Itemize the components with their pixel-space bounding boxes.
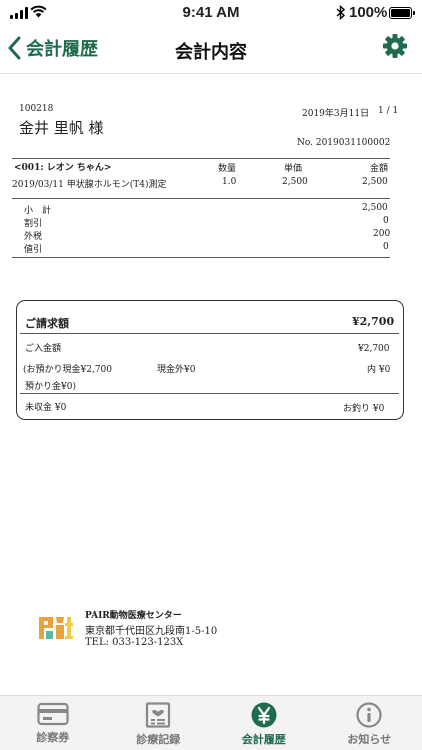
header-amount: 金額 <box>370 164 389 174</box>
received-amount: ¥2,700 <box>358 344 390 354</box>
clinic-address: 東京都千代田区九段南1-5-10 <box>85 626 218 637</box>
deposit-label: 預かり金¥0) <box>25 382 76 392</box>
item-qty: 1.0 <box>222 177 237 187</box>
received-label: ご入金額 <box>25 344 62 354</box>
tab-bar: 診察券 診療記録 会計履歴 お知らせ <box>0 695 422 750</box>
tax-label: 外税 <box>24 232 43 242</box>
billing-summary: ご請求額 ¥2,700 ご入金額 ¥2,700 (お預かり現金¥2,700 現金… <box>16 300 404 420</box>
item-unit-price: 2,500 <box>282 177 308 187</box>
item-amount: 2,500 <box>362 177 388 187</box>
tab-records[interactable]: 診療記録 <box>106 696 212 750</box>
divider <box>12 158 390 159</box>
navigation-bar: 会計履歴 会計内容 <box>0 26 422 74</box>
subtotal-value: 2,500 <box>362 203 388 213</box>
tab-label: 診察券 <box>36 731 70 744</box>
gear-icon[interactable] <box>382 33 408 59</box>
clinic-tel: TEL: 033-123-123X <box>85 637 184 648</box>
price-reduction-label: 値引 <box>24 245 43 255</box>
tab-notifications[interactable]: お知らせ <box>317 696 422 750</box>
header-unit-price: 単価 <box>284 164 303 174</box>
tax-value: 200 <box>373 229 391 239</box>
divider <box>20 333 399 334</box>
non-cash-label: 現金外¥0 <box>157 365 196 375</box>
cash-label: (お預かり現金¥2,700 <box>23 365 113 375</box>
divider <box>12 257 390 258</box>
change-label: お釣り ¥0 <box>343 404 385 414</box>
records-icon <box>146 702 171 728</box>
receipt-page: 1 / 1 <box>378 106 399 116</box>
page-title: 会計内容 <box>175 42 247 63</box>
header-qty: 数量 <box>218 164 237 174</box>
tab-label: 会計履歴 <box>241 733 286 746</box>
battery-icon <box>389 7 415 19</box>
receipt-number: No. 2019031100002 <box>297 138 391 148</box>
bill-label: ご請求額 <box>25 317 69 330</box>
receipt-date: 2019年3月11日 <box>302 109 370 119</box>
tab-label: 診療記録 <box>136 733 181 746</box>
info-icon <box>356 702 382 728</box>
tab-billing-history[interactable]: 会計履歴 <box>211 696 317 750</box>
battery-percent: 100% <box>349 4 388 21</box>
clinic-name: PAIR動物医療センター <box>85 611 182 621</box>
item-description: 2019/03/11 甲状腺ホルモン(T4)測定 <box>12 180 167 190</box>
card-icon <box>37 702 69 726</box>
tab-card[interactable]: 診察券 <box>0 696 106 750</box>
clinic-logo <box>39 617 73 639</box>
divider <box>12 198 390 199</box>
bluetooth-icon <box>336 5 346 20</box>
status-bar: 9:41 AM 100% <box>0 0 422 26</box>
inner-label: 内 ¥0 <box>367 365 391 375</box>
receipt-id: 100218 <box>19 104 54 114</box>
discount-label: 割引 <box>24 219 43 229</box>
discount-value: 0 <box>383 216 389 226</box>
tab-label: お知らせ <box>347 733 392 746</box>
customer-name: 金井 里帆 様 <box>19 119 104 137</box>
divider <box>20 393 399 394</box>
yen-icon <box>251 702 277 728</box>
bill-amount: ¥2,700 <box>352 315 395 328</box>
unpaid-label: 未収金 ¥0 <box>25 403 67 413</box>
price-reduction-value: 0 <box>383 242 389 252</box>
pet-label: <001: レオン ちゃん> <box>14 163 112 173</box>
subtotal-label: 小 計 <box>24 206 52 216</box>
